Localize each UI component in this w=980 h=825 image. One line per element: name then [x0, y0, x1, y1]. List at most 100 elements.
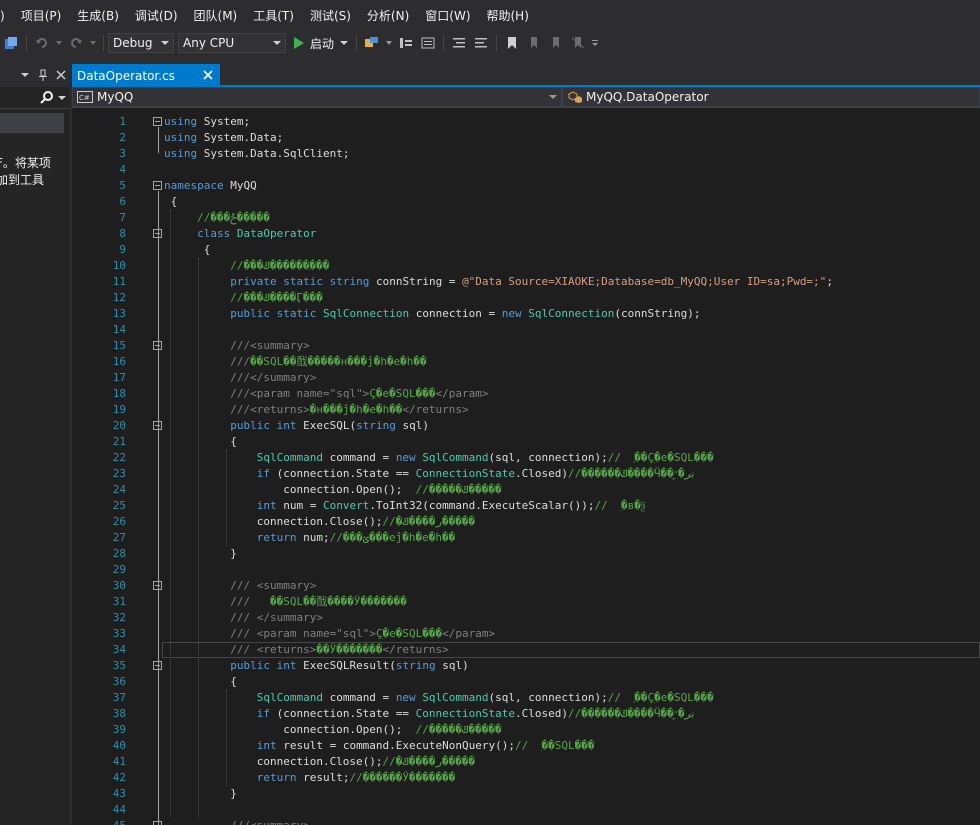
code-text: namespace MyQQ [164, 179, 257, 192]
chevron-down-icon [340, 41, 349, 45]
code-line: 22 SqlCommand command = new SqlCommand(s… [72, 450, 980, 466]
undo-icon[interactable] [33, 34, 51, 52]
prev-bookmark-icon[interactable] [525, 34, 543, 52]
clear-bookmarks-icon[interactable] [569, 34, 587, 52]
code-line: 16 ///��SQL��䣬����ִ�н���ĵ�һ�е�һ�� [72, 354, 980, 370]
solution-platform-select[interactable]: Any CPU [178, 33, 286, 53]
fold-connector [158, 351, 159, 409]
menu-item-4[interactable]: 团队(M) [186, 0, 246, 32]
tab-title: DataOperator.cs [77, 68, 175, 83]
toolbar-separator [356, 35, 358, 51]
menu-item-8[interactable]: 窗口(W) [417, 0, 478, 32]
collapse-region-icon[interactable] [153, 117, 162, 126]
toolbar-overflow-icon[interactable] [591, 34, 599, 52]
redo-dropdown-icon[interactable] [89, 34, 97, 52]
code-editor: DataOperator.cs C# MyQQ MyQQ.DataOperato… [72, 62, 980, 825]
menu-item-5[interactable]: 工具(T) [245, 0, 302, 32]
menu-item-3[interactable]: 调试(D) [127, 0, 186, 32]
code-line: 20 public int ExecSQL(string sql) [72, 418, 980, 434]
menu-item-9[interactable]: 帮助(H) [479, 0, 537, 32]
line-number: 9 [119, 243, 126, 256]
code-line: 28 } [72, 546, 980, 562]
dropdown-icon[interactable] [20, 70, 30, 80]
line-number: 29 [112, 563, 126, 576]
toolbar-separator [103, 35, 104, 51]
menu-item-2[interactable]: 生成(B) [69, 0, 127, 32]
code-line: 23 if (connection.State == ConnectionSta… [72, 466, 980, 482]
code-line: 14 [72, 322, 980, 338]
code-text: ///<summary> [230, 339, 310, 352]
navigation-bar: C# MyQQ MyQQ.DataOperator [72, 87, 980, 108]
code-line: 38 if (connection.State == ConnectionSta… [72, 706, 980, 722]
code-text: connection.Close();//�ر����ݿ����� [164, 515, 476, 528]
menu-item-1[interactable]: 项目(P) [13, 0, 70, 32]
attach-dropdown-icon[interactable] [385, 34, 393, 52]
menu-item-0[interactable]: ) [0, 0, 13, 32]
code-line: 37 SqlCommand command = new SqlCommand(s… [72, 690, 980, 706]
line-number: 7 [119, 211, 126, 224]
code-line: 24 connection.Open(); //�����ݿ����� [72, 482, 980, 498]
save-all-icon[interactable] [2, 34, 20, 52]
line-number: 4 [119, 163, 126, 176]
start-button[interactable]: 启动 [290, 33, 352, 53]
class-icon [568, 91, 582, 103]
line-number: 5 [119, 179, 126, 192]
line-number: 28 [112, 547, 126, 560]
line-number: 43 [112, 787, 126, 800]
code-text: ///<returns>ִ�н���ĵ�һ�е�һ��</returns> [230, 403, 469, 416]
next-bookmark-icon[interactable] [547, 34, 565, 52]
line-number: 2 [119, 131, 126, 144]
code-line: 45 ///<summary> [72, 818, 980, 825]
menu-item-6[interactable]: 测试(S) [302, 0, 359, 32]
class-select[interactable]: MyQQ.DataOperator [562, 87, 980, 107]
code-text: connection.Open(); //�����ݿ����� [164, 723, 502, 736]
outdent-icon[interactable] [472, 34, 490, 52]
code-area[interactable]: 1 using System; 2 using System.Data; 3 using … [72, 110, 980, 825]
code-text: connection.Open(); //�����ݿ����� [164, 483, 502, 496]
chevron-down-icon [273, 41, 281, 45]
code-line: 26 connection.Close();//�ر����ݿ����� [72, 514, 980, 530]
code-line: 10 //���ݿ������ַ��� [72, 258, 980, 274]
code-text: //���ݿ������ַ��� [230, 259, 330, 272]
undo-dropdown-icon[interactable] [55, 34, 63, 52]
redo-icon[interactable] [67, 34, 85, 52]
play-icon [294, 37, 304, 49]
line-number: 45 [72, 818, 126, 825]
navigate-backward-icon[interactable] [397, 34, 415, 52]
toolbox-selected-item[interactable] [0, 113, 64, 133]
code-line: 1 using System; [72, 114, 980, 130]
code-line: 43 } [72, 786, 980, 802]
pin-icon[interactable] [38, 69, 48, 81]
toolbox-search[interactable] [0, 87, 70, 109]
code-text: public int ExecSQL(string sql) [230, 419, 429, 432]
indent-icon[interactable] [450, 34, 468, 52]
fold-connector [158, 671, 159, 793]
code-line: 17 ///</summary> [72, 370, 980, 386]
bookmark-icon[interactable] [503, 34, 521, 52]
line-number: 25 [112, 499, 126, 512]
code-line: 2 using System.Data; [72, 130, 980, 146]
solution-config-value: Debug [113, 36, 153, 50]
menu-item-7[interactable]: 分析(N) [359, 0, 417, 32]
project-select[interactable]: C# MyQQ [72, 87, 562, 107]
attach-icon[interactable] [363, 34, 381, 52]
code-text: /// ��SQL��䣬����Ӱ������� [230, 595, 407, 608]
code-text: SqlCommand command = new SqlCommand(sql,… [256, 451, 714, 464]
line-number: 17 [112, 371, 126, 384]
line-number: 14 [112, 323, 126, 336]
code-text: public int ExecSQLResult(string sql) [230, 659, 469, 672]
code-line: 36 { [72, 674, 980, 690]
tab-dataoperator-cs[interactable]: DataOperator.cs [72, 64, 220, 87]
code-text: int num = Convert.ToInt32(command.Execut… [256, 499, 646, 512]
line-number: 36 [112, 675, 126, 688]
collapse-region-icon[interactable] [153, 181, 162, 190]
solution-config-select[interactable]: Debug [108, 33, 174, 53]
line-number: 39 [112, 723, 126, 736]
code-line: 44 [72, 802, 980, 818]
line-number: 1 [119, 115, 126, 128]
close-icon[interactable] [56, 69, 66, 80]
line-number: 19 [112, 403, 126, 416]
navigate-forward-icon[interactable] [419, 34, 437, 52]
close-icon[interactable] [202, 69, 214, 81]
toolbox-header [0, 62, 70, 87]
